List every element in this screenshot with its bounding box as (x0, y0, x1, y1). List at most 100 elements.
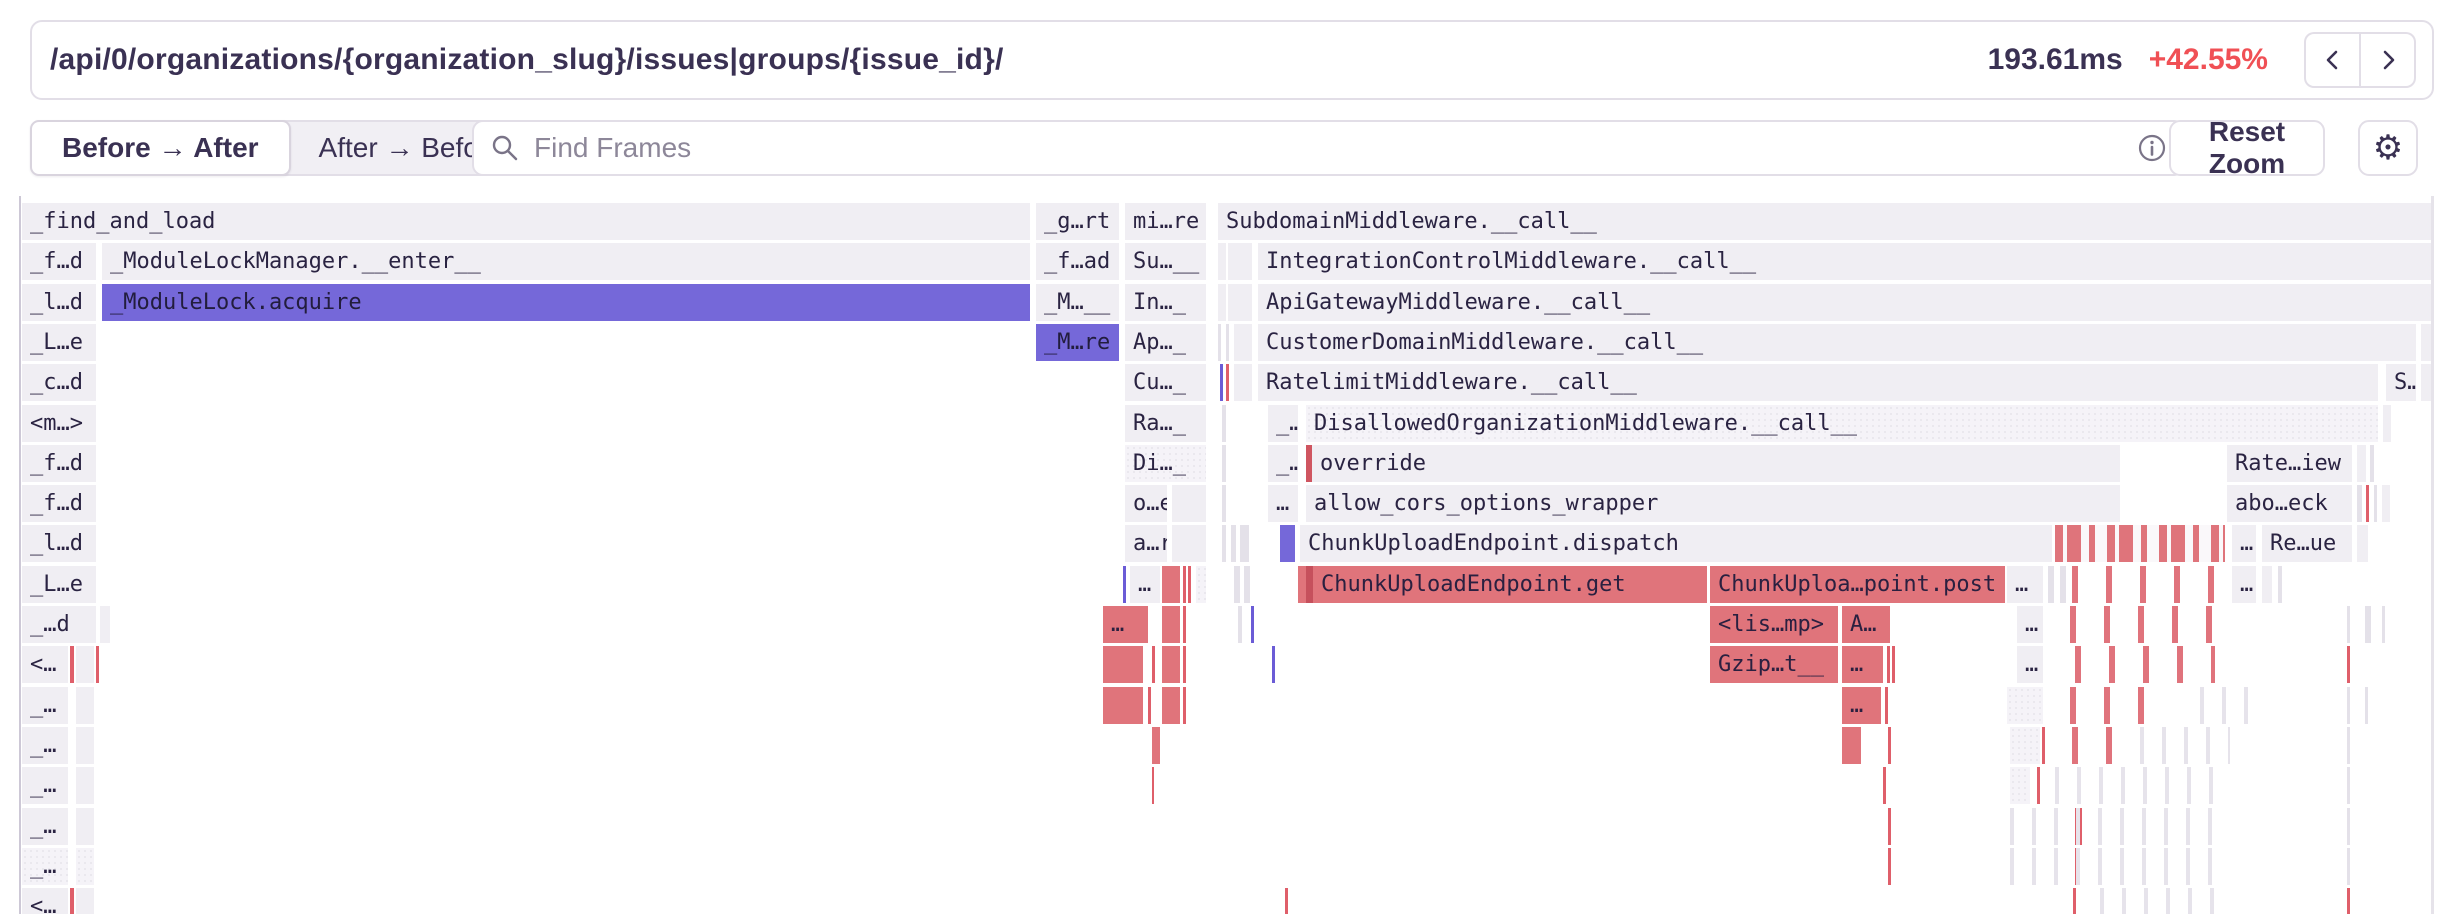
flame-frame[interactable] (2010, 727, 2040, 764)
prev-button[interactable] (2304, 32, 2360, 88)
flame-frame[interactable] (1234, 364, 1252, 401)
flame-frame[interactable]: mi…re (1125, 203, 1206, 240)
flame-frame[interactable]: … (2017, 646, 2043, 683)
flame-frame[interactable] (2278, 566, 2282, 603)
flame-frame[interactable] (2347, 848, 2350, 885)
flame-frame[interactable]: ChunkUploa…point.post (1710, 566, 2005, 603)
flame-frame[interactable] (1222, 445, 1226, 482)
flamegraph-canvas[interactable]: _find_and_load_g…rtmi…reSubdomainMiddlew… (0, 196, 2458, 914)
flame-frame[interactable]: <… (22, 646, 68, 683)
flame-frame[interactable] (76, 808, 94, 845)
flame-frame[interactable] (76, 848, 94, 885)
flame-frame[interactable] (1228, 284, 1252, 321)
flame-frame[interactable]: … (2232, 525, 2256, 562)
flame-frame[interactable] (1152, 727, 1160, 764)
flame-frame[interactable]: ChunkUploadEndpoint.get (1306, 566, 1707, 603)
flame-frame[interactable] (2357, 485, 2362, 522)
flame-frame[interactable] (1172, 485, 1206, 522)
flame-frame[interactable] (1240, 525, 1249, 562)
flame-frame[interactable] (1162, 687, 1180, 724)
flame-frame[interactable] (1162, 606, 1180, 643)
flame-frame[interactable] (100, 606, 110, 643)
flame-frame[interactable] (1148, 687, 1151, 724)
flame-frame[interactable] (70, 646, 74, 683)
flame-frame[interactable] (1218, 243, 1226, 280)
flame-frame[interactable] (2421, 364, 2431, 401)
transaction-path[interactable]: /api/0/organizations/{organization_slug}… (50, 43, 1988, 77)
flame-frame[interactable] (1220, 364, 1223, 401)
flame-frame[interactable] (1218, 284, 1226, 321)
flame-frame[interactable] (2010, 767, 2030, 804)
flame-stripe-cluster[interactable] (2100, 888, 2230, 914)
flame-frame[interactable] (1280, 525, 1295, 562)
flame-frame[interactable] (1888, 848, 1891, 885)
flame-frame[interactable] (2048, 566, 2054, 603)
flame-stripe-cluster[interactable] (2140, 727, 2230, 764)
flame-frame[interactable] (1226, 364, 1229, 401)
flame-frame[interactable] (1222, 525, 1226, 562)
flame-frame[interactable]: _… (1268, 405, 1298, 442)
flame-frame[interactable] (76, 646, 94, 683)
flame-frame[interactable] (1103, 646, 1143, 683)
flame-frame[interactable]: SubdomainMiddleware.__call__ (1218, 203, 2431, 240)
flame-frame[interactable]: RatelimitMiddleware.__call__ (1258, 364, 2378, 401)
flame-frame[interactable]: _… (22, 808, 68, 845)
flame-frame[interactable] (1888, 727, 1891, 764)
flame-stripe-cluster[interactable] (2200, 687, 2260, 724)
flame-frame[interactable]: _M…__ (1036, 284, 1119, 321)
reset-zoom-button[interactable]: Reset Zoom (2169, 120, 2325, 176)
flame-frame[interactable] (1885, 687, 1888, 724)
flame-frame[interactable] (1172, 525, 1206, 562)
flame-frame[interactable] (1196, 566, 1206, 603)
flame-frame[interactable]: _find_and_load (22, 203, 1030, 240)
flame-frame[interactable] (96, 646, 99, 683)
flame-stripe-cluster[interactable] (2072, 566, 2225, 603)
flame-frame[interactable] (1842, 727, 1861, 764)
flame-frame[interactable]: _l…d (22, 525, 96, 562)
flame-stripe-cluster[interactable] (2070, 606, 2225, 643)
flame-frame[interactable] (2347, 767, 2350, 804)
toggle-before-after[interactable]: Before → After (30, 120, 291, 176)
settings-button[interactable]: ⚙ (2358, 120, 2418, 176)
flame-frame[interactable]: o…e (1125, 485, 1167, 522)
flame-frame[interactable] (2370, 445, 2374, 482)
flame-frame[interactable] (1183, 646, 1186, 683)
flame-frame[interactable]: <lis…mp> (1710, 606, 1838, 643)
flame-frame[interactable]: Rate…iew (2227, 445, 2352, 482)
next-button[interactable] (2360, 32, 2416, 88)
flame-frame[interactable]: _… (1268, 445, 1298, 482)
flame-frame[interactable] (1234, 566, 1240, 603)
flame-frame[interactable]: … (1268, 485, 1298, 522)
flame-frame[interactable]: Gzip…t__ (1710, 646, 1838, 683)
flame-frame[interactable]: _L…e (22, 566, 96, 603)
flame-stripe-cluster[interactable] (2055, 767, 2225, 804)
flame-frame[interactable]: _… (22, 848, 68, 885)
flame-frame[interactable] (1228, 243, 1252, 280)
flame-frame[interactable]: … (1103, 606, 1148, 643)
flame-frame[interactable] (1103, 687, 1143, 724)
flame-frame[interactable] (1298, 566, 1306, 603)
flame-frame[interactable]: DisallowedOrganizationMiddleware.__call_… (1306, 405, 2378, 442)
flame-frame[interactable]: abo…eck (2227, 485, 2352, 522)
flame-frame[interactable] (1183, 566, 1186, 603)
flame-stripe-cluster[interactable] (2072, 727, 2132, 764)
flame-frame[interactable] (2357, 445, 2366, 482)
flame-frame[interactable]: <m…> (22, 405, 96, 442)
flame-frame[interactable] (2037, 767, 2040, 804)
flame-frame[interactable] (1887, 646, 1890, 683)
flame-frame[interactable] (76, 687, 94, 724)
flame-frame[interactable] (1251, 606, 1254, 643)
flame-frame[interactable] (2383, 405, 2391, 442)
flame-frame[interactable]: _l…d (22, 284, 96, 321)
flame-frame[interactable]: _…d (22, 606, 96, 643)
flame-frame[interactable] (2365, 687, 2368, 724)
flame-frame[interactable] (2382, 485, 2390, 522)
flame-frame[interactable]: CustomerDomainMiddleware.__call__ (1258, 324, 2416, 361)
flame-frame[interactable]: _c…d (22, 364, 96, 401)
flame-frame[interactable] (2347, 646, 2350, 683)
flame-frame[interactable]: Re…ue (2262, 525, 2352, 562)
flame-frame[interactable] (2007, 687, 2043, 724)
flame-frame[interactable] (1883, 767, 1886, 804)
flame-stripe-cluster[interactable] (2010, 848, 2225, 885)
flame-stripe-cluster[interactable] (2070, 687, 2170, 724)
